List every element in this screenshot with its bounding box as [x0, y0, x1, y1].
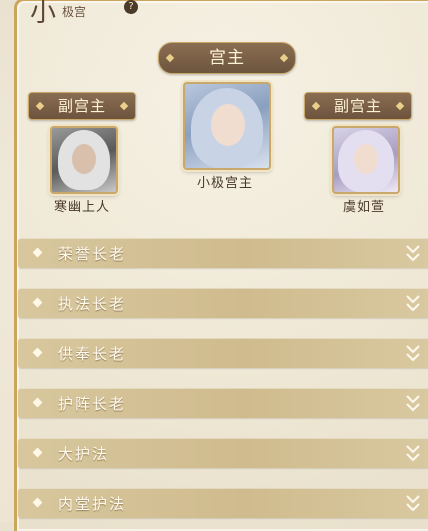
rank-row-offering[interactable]: 供奉长老 — [18, 338, 428, 368]
vice-right-rank-banner: 副宫主 — [304, 92, 412, 120]
double-chevron-down-icon[interactable] — [404, 492, 422, 514]
rank-row-label: 荣誉长老 — [58, 245, 127, 263]
rank-row-label: 供奉长老 — [58, 345, 127, 363]
double-chevron-down-icon[interactable] — [404, 342, 422, 364]
diamond-icon — [32, 397, 43, 408]
vice-right-name: 虞如萱 — [342, 200, 385, 215]
face-shape — [354, 144, 378, 174]
vice-left-rank-banner: 副宫主 — [28, 92, 136, 120]
vice-left-rank-label: 副宫主 — [57, 97, 106, 115]
face-shape — [211, 104, 245, 146]
rank-row-law[interactable]: 执法长老 — [18, 288, 428, 318]
diamond-icon — [32, 497, 43, 508]
double-chevron-down-icon[interactable] — [404, 242, 422, 264]
double-chevron-down-icon[interactable] — [404, 292, 422, 314]
diamond-icon — [32, 247, 43, 258]
rank-row-label: 护阵长老 — [58, 395, 127, 413]
question-icon[interactable]: ? — [124, 0, 138, 14]
double-chevron-down-icon[interactable] — [404, 392, 422, 414]
rank-row-label: 大护法 — [58, 445, 110, 463]
leader-rank-label: 宫主 — [209, 48, 245, 68]
rank-row-inner-guardian[interactable]: 内堂护法 — [18, 488, 428, 518]
page-subtitle: 极宫 — [62, 5, 87, 19]
vice-left-avatar[interactable] — [50, 126, 118, 194]
rank-row-great-guardian[interactable]: 大护法 — [18, 438, 428, 468]
vice-left-name: 寒幽上人 — [53, 200, 110, 215]
double-chevron-down-icon[interactable] — [404, 442, 422, 464]
leader-rank-banner: 宫主 — [158, 42, 296, 74]
rank-row-label: 内堂护法 — [58, 495, 127, 513]
diamond-icon — [32, 347, 43, 358]
rank-row-formation[interactable]: 护阵长老 — [18, 388, 428, 418]
leader-avatar[interactable] — [183, 82, 271, 170]
vice-right-avatar[interactable] — [332, 126, 400, 194]
face-shape — [72, 144, 96, 174]
vice-right-rank-label: 副宫主 — [333, 97, 382, 115]
diamond-icon — [32, 297, 43, 308]
page-title: 小 — [30, 0, 58, 28]
rank-row-label: 执法长老 — [58, 295, 127, 313]
leader-name: 小极宫主 — [196, 176, 253, 191]
diamond-icon — [32, 447, 43, 458]
rank-row-honor[interactable]: 荣誉长老 — [18, 238, 428, 268]
